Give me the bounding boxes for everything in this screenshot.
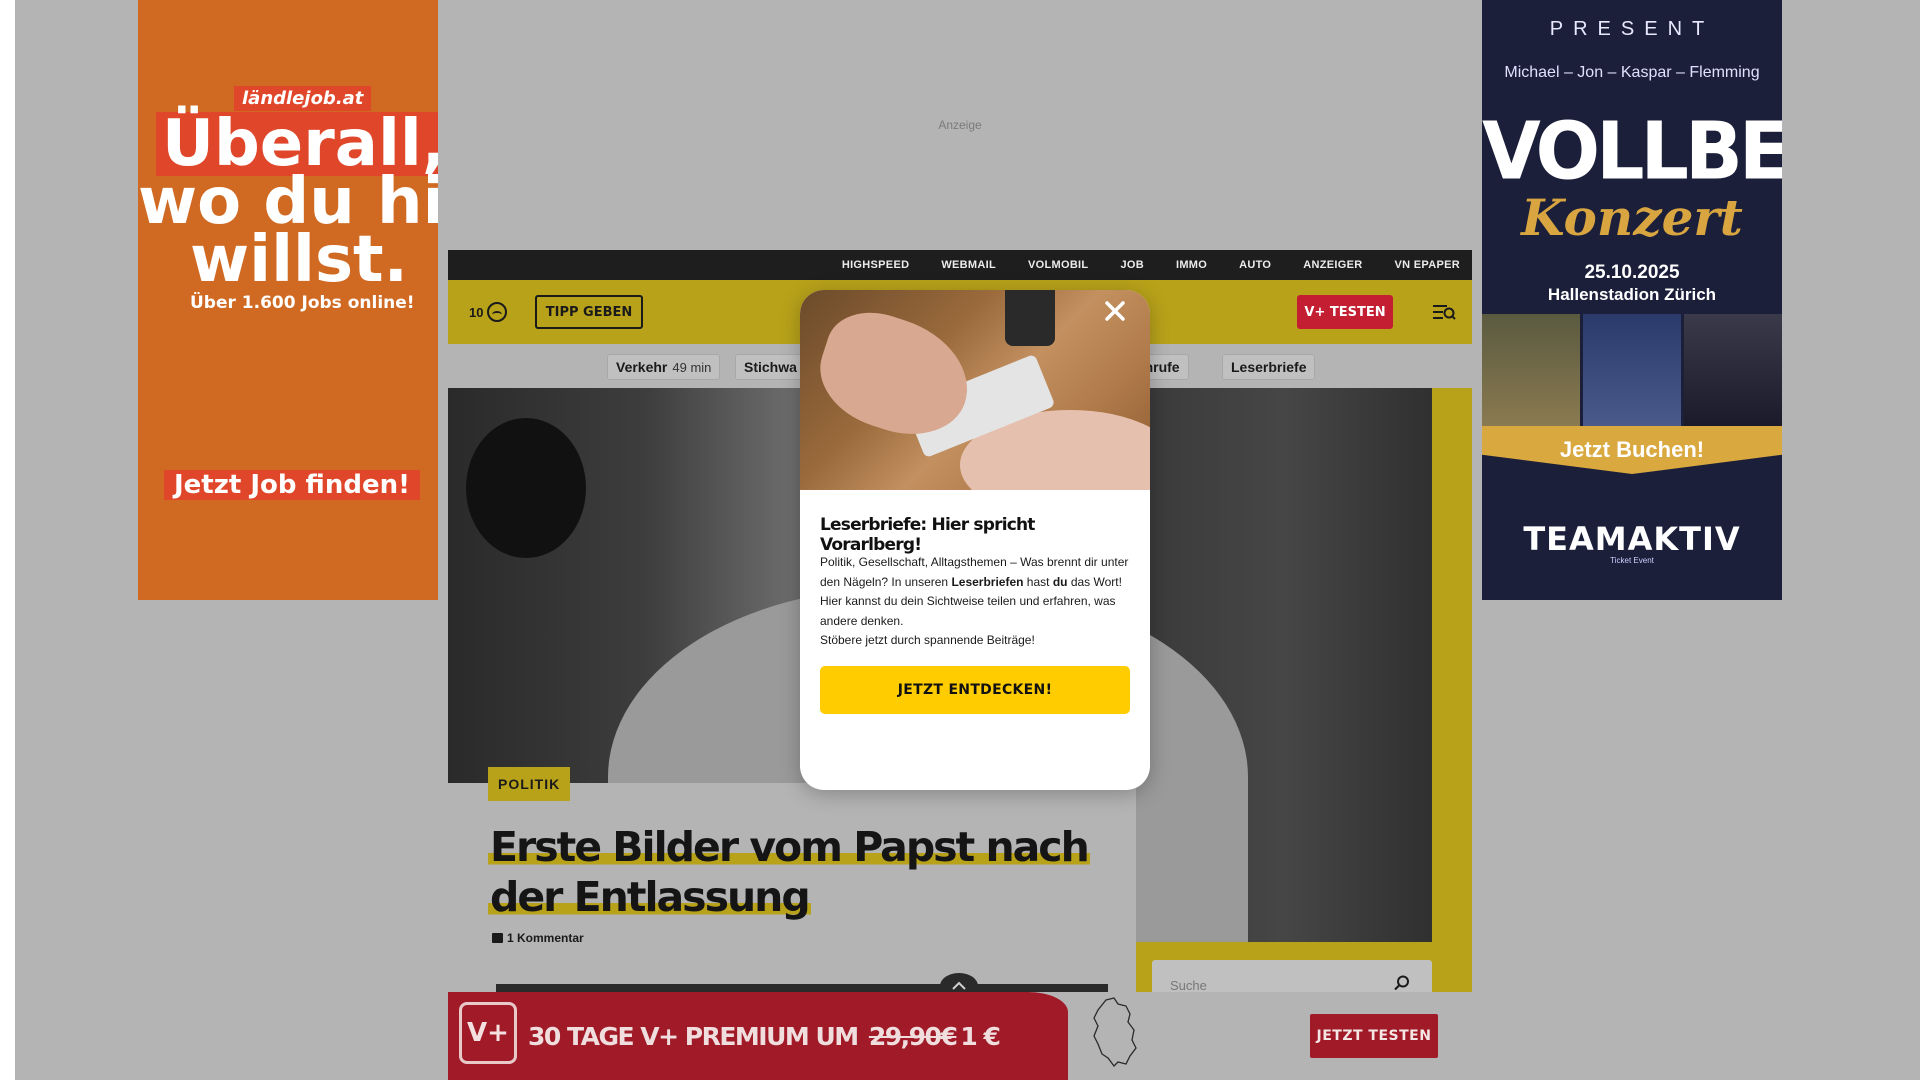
promo-old-price: 29,90€	[868, 1022, 958, 1051]
photo-mug	[1005, 290, 1055, 346]
promo-new-price: 1 €	[960, 1022, 1001, 1051]
ad-present: PRESENT	[1549, 18, 1715, 40]
tag-stichwort[interactable]: Stichwa	[735, 354, 806, 380]
modal-body-bold: Leserbriefen	[951, 574, 1024, 589]
weather-widget[interactable]: 10	[469, 302, 508, 322]
tag-label: Stichwa	[744, 359, 797, 375]
promo-text: 30 TAGE V+ PREMIUM UM 29,90€ 1 €	[528, 1022, 1001, 1051]
page-left-strip	[0, 0, 15, 1080]
search-icon[interactable]	[1393, 974, 1411, 992]
ad-band: VOLLBEAT	[1482, 103, 1782, 198]
topbar-link-webmail[interactable]: WEBMAIL	[941, 259, 996, 271]
ad-photo	[1583, 314, 1681, 426]
ad-date: 25.10.2025	[1584, 262, 1680, 283]
modal-title: Leserbriefe: Hier spricht Vorarlberg!	[820, 515, 1035, 555]
cloud-circle-icon	[487, 302, 508, 322]
jetzt-entdecken-button[interactable]: JETZT ENTDECKEN!	[820, 666, 1130, 714]
comment-label: 1 Kommentar	[507, 931, 584, 945]
traffic-minutes: 49 min	[672, 359, 712, 375]
topbar-link-vn-epaper[interactable]: VN EPAPER	[1395, 259, 1460, 271]
ad-cta[interactable]: Jetzt Buchen!	[1482, 437, 1782, 463]
leserbriefe-modal: Leserbriefe: Hier spricht Vorarlberg! Po…	[800, 290, 1150, 790]
right-banner-ad[interactable]: PRESENT Michael – Jon – Kaspar – Flemmin…	[1482, 0, 1782, 600]
search-placeholder: Suche	[1170, 978, 1207, 993]
vplus-testen-button[interactable]: V+ TESTEN	[1297, 295, 1393, 329]
ad-subline: Über 1.600 Jobs online!	[190, 293, 415, 313]
sidebar-accent	[1432, 388, 1472, 992]
ad-names: Michael – Jon – Kaspar – Flemming	[1504, 64, 1760, 81]
modal-close-button[interactable]	[1098, 294, 1132, 328]
topbar-link-anzeiger[interactable]: ANZEIGER	[1303, 259, 1362, 271]
topbar-link-job[interactable]: JOB	[1120, 259, 1144, 271]
topbar-link-auto[interactable]: AUTO	[1239, 259, 1271, 271]
ad-event: Konzert	[1521, 188, 1743, 247]
tipp-geben-button[interactable]: TIPP GEBEN	[535, 295, 643, 329]
next-article-image[interactable]	[496, 984, 1108, 992]
ad-photo	[1482, 314, 1580, 426]
close-icon	[1105, 301, 1125, 321]
tag-leserbriefe[interactable]: Leserbriefe	[1222, 354, 1316, 380]
ad-headline-3: willst.	[190, 223, 408, 297]
ad-photo	[1684, 314, 1782, 426]
vorarlberg-map-icon	[1093, 997, 1137, 1067]
tag-label: Verkehr	[616, 359, 668, 375]
article-kicker[interactable]: POLITIK	[488, 767, 571, 801]
ad-venue: Hallenstadion Zürich	[1547, 285, 1717, 304]
headline-text[interactable]: Erste Bilder vom Papst nach der Entlassu…	[488, 823, 1090, 921]
menu-search-icon[interactable]	[1432, 302, 1456, 322]
topbar-link-immo[interactable]: IMMO	[1176, 259, 1207, 271]
top-nav-bar: HIGHSPEED WEBMAIL VOLMOBIL JOB IMMO AUTO…	[448, 250, 1472, 280]
promo-text-prefix: 30 TAGE V+ PREMIUM UM	[528, 1022, 859, 1051]
ad-photos	[1482, 314, 1782, 426]
tag-label: Leserbriefe	[1231, 359, 1307, 375]
modal-body: Politik, Gesellschaft, Alltagsthemen – W…	[820, 553, 1138, 651]
tag-verkehr[interactable]: Verkehr 49 min	[607, 354, 721, 380]
comment-icon	[492, 933, 503, 943]
topbar-link-volmobil[interactable]: VOLMOBIL	[1028, 259, 1088, 271]
ad-sponsor-sub: Ticket Event	[1610, 556, 1654, 565]
jetzt-testen-button[interactable]: JETZT TESTEN	[1310, 1014, 1438, 1058]
chevron-up-icon	[952, 981, 966, 990]
ad-cta[interactable]: Jetzt Job finden!	[164, 470, 420, 500]
temperature: 10	[469, 304, 484, 320]
modal-body-bold: du	[1052, 574, 1068, 589]
comment-count[interactable]: 1 Kommentar	[492, 931, 584, 945]
vplus-logo: V+	[459, 1002, 517, 1064]
modal-body-text: hast	[1023, 574, 1053, 589]
left-banner-ad[interactable]: ländlejob.at Überall, wo du hin willst. …	[138, 0, 438, 600]
article-headline[interactable]: Erste Bilder vom Papst nach der Entlassu…	[488, 822, 1108, 922]
topbar-link-highspeed[interactable]: HIGHSPEED	[842, 259, 910, 271]
ad-sponsor: TEAMAKTIV	[1523, 520, 1741, 558]
modal-body-line2: Stöbere jetzt durch spannende Beiträge!	[820, 633, 1035, 647]
hero-photo-camera	[466, 418, 586, 558]
ad-label: Anzeige	[938, 118, 982, 132]
